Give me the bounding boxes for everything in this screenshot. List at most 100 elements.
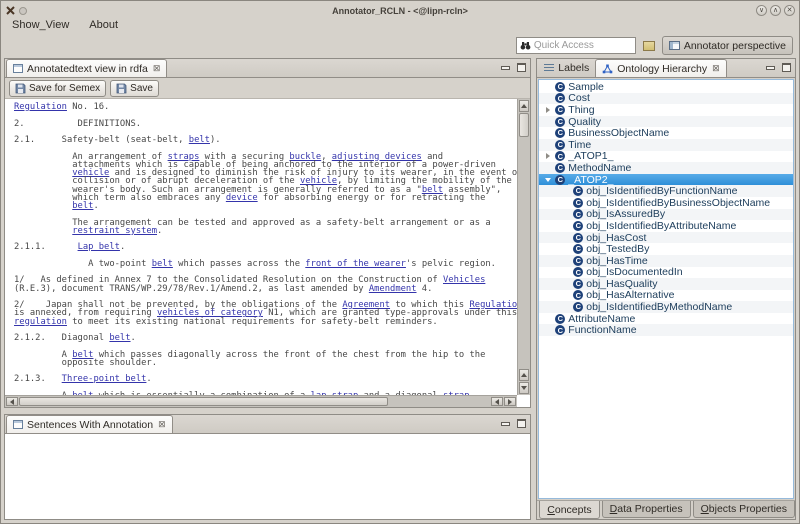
- maximize-button[interactable]: ∧: [770, 5, 781, 16]
- menu-show-view[interactable]: Show_View: [10, 18, 71, 32]
- annotation-link[interactable]: device: [226, 193, 258, 203]
- tab-data-properties[interactable]: Data Properties: [602, 501, 691, 518]
- sentences-content[interactable]: [5, 434, 530, 519]
- tree-item-quality[interactable]: Quality: [539, 116, 793, 128]
- tree-item-obj-hasalternative[interactable]: obj_HasAlternative: [539, 290, 793, 302]
- tree-item-cost[interactable]: Cost: [539, 93, 793, 105]
- annotation-link[interactable]: Lap belt: [78, 242, 120, 252]
- maximize-panel-icon[interactable]: [517, 419, 526, 428]
- tab-concepts[interactable]: Concepts: [539, 501, 599, 519]
- annotation-link[interactable]: belt: [109, 333, 130, 343]
- tree-item-functionname[interactable]: FunctionName: [539, 324, 793, 336]
- tree-item-methodname[interactable]: MethodName: [539, 162, 793, 174]
- tree-item-obj-isidentifiedbymethodname[interactable]: obj_IsIdentifiedByMethodName: [539, 301, 793, 313]
- hierarchy-icon: [602, 64, 613, 74]
- save-button[interactable]: Save: [110, 80, 159, 97]
- editor-toolbar: Save for Semex Save: [5, 78, 530, 99]
- scroll-right-button[interactable]: [504, 397, 516, 406]
- document-text: A two-point: [14, 259, 152, 269]
- scroll-up-button[interactable]: [519, 100, 529, 112]
- class-icon: [573, 279, 583, 289]
- tree-item-time[interactable]: Time: [539, 139, 793, 151]
- scroll-left-button[interactable]: [6, 397, 18, 406]
- expand-arrow-icon[interactable]: [543, 153, 552, 159]
- tree-item-businessobjectname[interactable]: BusinessObjectName: [539, 127, 793, 139]
- vertical-scrollbar[interactable]: [517, 99, 530, 395]
- tree-item-obj-isassuredby[interactable]: obj_IsAssuredBy: [539, 209, 793, 221]
- document-text: .: [120, 242, 125, 252]
- document-line: Regulation No. 16.: [14, 103, 517, 111]
- quick-access-box[interactable]: [516, 37, 636, 54]
- annotation-link[interactable]: front of the wearer: [305, 259, 406, 269]
- tree-item-atop2[interactable]: _ATOP2_: [539, 174, 793, 186]
- tree-item-label: obj_IsIdentifiedByMethodName: [586, 301, 732, 313]
- tree-item-thing[interactable]: Thing: [539, 104, 793, 116]
- annotation-link[interactable]: belt: [152, 259, 173, 269]
- tab-objects-properties[interactable]: Objects Properties: [693, 501, 795, 518]
- minimize-panel-icon[interactable]: [501, 422, 510, 426]
- tree-item-obj-hastime[interactable]: obj_HasTime: [539, 255, 793, 267]
- tree-item-atop1[interactable]: _ATOP1_: [539, 151, 793, 163]
- annotation-link[interactable]: restraint system: [72, 226, 157, 236]
- tab-annotatedtext-view[interactable]: Annotatedtext view in rdfa ⊠: [6, 59, 167, 77]
- annotation-link[interactable]: belt: [72, 201, 93, 211]
- annotation-link[interactable]: Three-point belt: [62, 374, 147, 384]
- annotator-perspective-button[interactable]: Annotator perspective: [662, 36, 793, 55]
- tree-item-obj-isidentifiedbyfunctionname[interactable]: obj_IsIdentifiedByFunctionName: [539, 185, 793, 197]
- class-icon: [555, 325, 565, 335]
- scroll-down-button[interactable]: [519, 382, 529, 394]
- tree-item-obj-isidentifiedbybusinessobjectname[interactable]: obj_IsIdentifiedByBusinessObjectName: [539, 197, 793, 209]
- close-icon[interactable]: ⊠: [712, 64, 720, 73]
- quick-access-input[interactable]: [534, 40, 632, 51]
- document-text: 4.: [417, 284, 433, 294]
- minimize-panel-icon[interactable]: [766, 66, 775, 70]
- ontology-tree-container: SampleCostThingQualityBusinessObjectName…: [538, 79, 794, 499]
- document-text: opposite shoulder.: [14, 358, 157, 368]
- tree-item-obj-hascost[interactable]: obj_HasCost: [539, 232, 793, 244]
- document-area[interactable]: Regulation No. 16. 2. DEFINITIONS. 2.1. …: [5, 99, 530, 407]
- class-icon: [555, 128, 565, 138]
- annotation-link[interactable]: Amendment: [369, 284, 417, 294]
- tree-item-obj-isidentifiedbyattributename[interactable]: obj_IsIdentifiedByAttributeName: [539, 220, 793, 232]
- document-line: A two-point belt which passes across the…: [14, 260, 517, 268]
- close-icon[interactable]: ⊠: [158, 420, 166, 429]
- document-text: 2.1.1.: [14, 242, 78, 252]
- window-menu-icon[interactable]: [19, 7, 27, 15]
- tree-item-attributename[interactable]: AttributeName: [539, 313, 793, 325]
- tree-item-label: obj_IsDocumentedIn: [586, 266, 682, 278]
- tree-item-obj-testedby[interactable]: obj_TestedBy: [539, 243, 793, 255]
- ontology-panel: Labels Ontology Hierarchy ⊠ SampleCostTh…: [536, 58, 796, 520]
- close-button[interactable]: ✕: [784, 5, 795, 16]
- tree-item-sample[interactable]: Sample: [539, 81, 793, 93]
- annotation-link[interactable]: Vehicles: [443, 275, 485, 285]
- maximize-panel-icon[interactable]: [517, 63, 526, 72]
- editor-tabstrip: Annotatedtext view in rdfa ⊠: [5, 59, 530, 78]
- scroll-left-button[interactable]: [491, 397, 503, 406]
- save-for-semex-button[interactable]: Save for Semex: [9, 80, 106, 97]
- horizontal-scroll-thumb[interactable]: [19, 397, 388, 406]
- tree-item-obj-isdocumentedin[interactable]: obj_IsDocumentedIn: [539, 267, 793, 279]
- vertical-scroll-thumb[interactable]: [519, 113, 529, 137]
- tab-ontology-hierarchy[interactable]: Ontology Hierarchy ⊠: [595, 59, 726, 77]
- annotation-link[interactable]: regulation: [14, 317, 67, 327]
- labels-tab-label: Labels: [558, 62, 589, 74]
- horizontal-scrollbar[interactable]: [5, 395, 517, 407]
- tree-item-obj-hasquality[interactable]: obj_HasQuality: [539, 278, 793, 290]
- open-perspective-icon[interactable]: [643, 41, 655, 51]
- tab-labels[interactable]: Labels: [538, 59, 595, 77]
- tree-item-label: obj_IsIdentifiedByFunctionName: [586, 185, 737, 197]
- document-line: (R.E.3), document TRANS/WP.29/78/Rev.1/A…: [14, 285, 517, 293]
- class-icon: [573, 256, 583, 266]
- scroll-up-button[interactable]: [519, 369, 529, 381]
- minimize-button[interactable]: ∨: [756, 5, 767, 16]
- maximize-panel-icon[interactable]: [782, 63, 791, 72]
- collapse-arrow-icon[interactable]: [543, 178, 552, 182]
- tab-sentences-with-annotation[interactable]: Sentences With Annotation ⊠: [6, 415, 173, 433]
- minimize-panel-icon[interactable]: [501, 66, 510, 70]
- editor-panel: Annotatedtext view in rdfa ⊠ Save for Se…: [4, 58, 531, 408]
- expand-arrow-icon[interactable]: [543, 107, 552, 113]
- annotation-link[interactable]: belt: [189, 135, 210, 145]
- annotation-link[interactable]: Regulation: [14, 102, 67, 112]
- close-icon[interactable]: ⊠: [153, 64, 161, 73]
- menu-about[interactable]: About: [87, 18, 120, 32]
